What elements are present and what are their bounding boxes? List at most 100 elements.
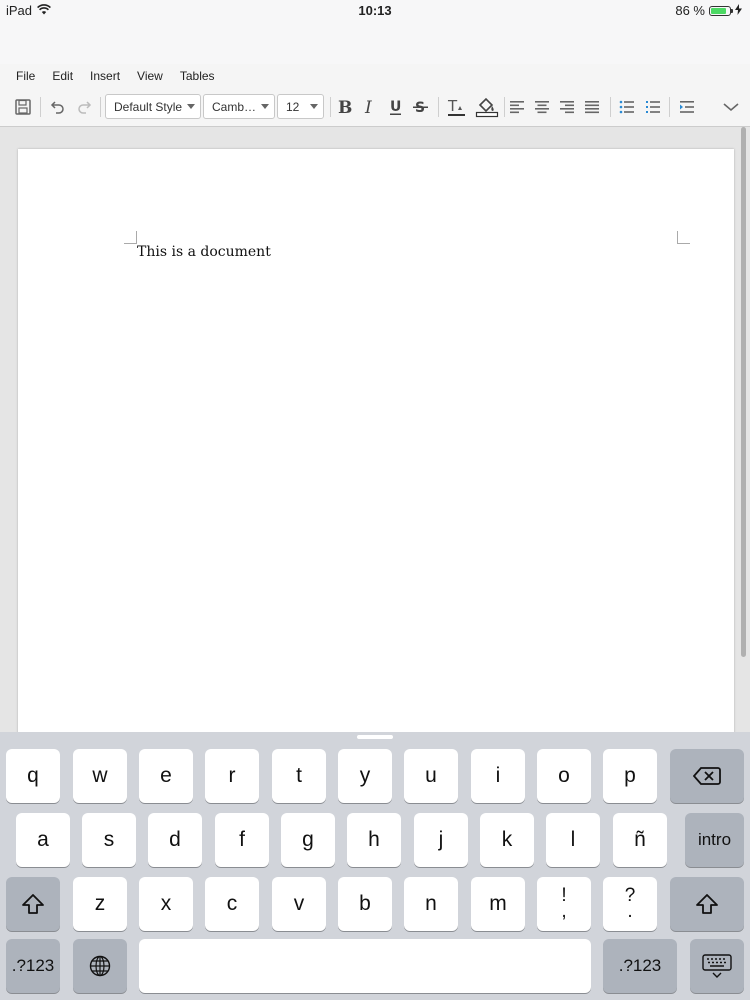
italic-button[interactable]: I bbox=[360, 88, 380, 126]
font-family-dropdown[interactable]: Camb… bbox=[203, 94, 275, 119]
text-color-button[interactable]: T bbox=[445, 88, 469, 126]
align-justify-icon bbox=[585, 101, 599, 114]
menu-edit[interactable]: Edit bbox=[52, 69, 73, 83]
bulleted-list-icon bbox=[619, 100, 634, 114]
space-key[interactable] bbox=[139, 939, 591, 993]
numbered-list-button[interactable] bbox=[643, 88, 663, 126]
key[interactable]: e bbox=[139, 749, 193, 803]
hide-keyboard-key[interactable] bbox=[690, 939, 744, 993]
numbers-key-right[interactable]: .?123 bbox=[603, 939, 677, 993]
align-right-icon bbox=[560, 101, 574, 114]
status-bar: iPad 10:13 86 % bbox=[0, 0, 750, 22]
shift-key-left[interactable] bbox=[6, 877, 60, 931]
key[interactable]: f bbox=[215, 813, 269, 867]
indent-icon bbox=[680, 101, 694, 113]
strikethrough-icon: S bbox=[413, 100, 428, 116]
charging-icon bbox=[735, 3, 742, 18]
font-size-dropdown[interactable]: 12 bbox=[277, 94, 324, 119]
save-button[interactable] bbox=[12, 88, 34, 126]
underline-icon: U bbox=[390, 99, 401, 115]
key[interactable]: l bbox=[546, 813, 600, 867]
exclamation-comma-key[interactable]: !, bbox=[537, 877, 591, 931]
menu-file[interactable]: File bbox=[16, 69, 35, 83]
align-center-button[interactable] bbox=[533, 88, 551, 126]
menu-view[interactable]: View bbox=[137, 69, 163, 83]
key[interactable]: v bbox=[272, 877, 326, 931]
key[interactable]: u bbox=[404, 749, 458, 803]
bold-button[interactable]: B bbox=[335, 88, 355, 126]
key[interactable]: m bbox=[471, 877, 525, 931]
key[interactable]: k bbox=[480, 813, 534, 867]
key[interactable]: x bbox=[139, 877, 193, 931]
indent-button[interactable] bbox=[677, 88, 697, 126]
keyboard-hide-icon bbox=[702, 954, 732, 978]
key[interactable]: p bbox=[603, 749, 657, 803]
key[interactable]: t bbox=[272, 749, 326, 803]
numbers-key-left[interactable]: .?123 bbox=[6, 939, 60, 993]
backspace-key[interactable] bbox=[670, 749, 744, 803]
highlight-color-button[interactable] bbox=[474, 88, 500, 126]
vertical-scrollbar[interactable] bbox=[741, 127, 746, 657]
numbered-list-icon bbox=[646, 101, 660, 113]
svg-text:T: T bbox=[447, 97, 458, 115]
undo-icon bbox=[50, 101, 64, 114]
bulleted-list-button[interactable] bbox=[617, 88, 637, 126]
align-justify-button[interactable] bbox=[583, 88, 601, 126]
key[interactable]: o bbox=[537, 749, 591, 803]
key[interactable]: ñ bbox=[613, 813, 667, 867]
key[interactable]: c bbox=[205, 877, 259, 931]
key[interactable]: d bbox=[148, 813, 202, 867]
question-period-key[interactable]: ?. bbox=[603, 877, 657, 931]
redo-button[interactable] bbox=[74, 88, 94, 126]
save-icon bbox=[15, 99, 31, 115]
margin-marker bbox=[677, 231, 690, 244]
key[interactable]: y bbox=[338, 749, 392, 803]
paragraph-style-dropdown[interactable]: Default Style bbox=[105, 94, 201, 119]
chevron-down-icon bbox=[723, 103, 739, 112]
key[interactable]: a bbox=[16, 813, 70, 867]
underline-button[interactable]: U bbox=[386, 88, 406, 126]
bold-icon: B bbox=[338, 98, 352, 116]
key[interactable]: b bbox=[338, 877, 392, 931]
paragraph-style-value: Default Style bbox=[114, 99, 183, 114]
key[interactable]: r bbox=[205, 749, 259, 803]
key[interactable]: g bbox=[281, 813, 335, 867]
align-left-button[interactable] bbox=[508, 88, 526, 126]
keyboard-grabber[interactable] bbox=[357, 735, 393, 739]
key[interactable]: z bbox=[73, 877, 127, 931]
svg-text:U: U bbox=[390, 99, 401, 115]
svg-text:B: B bbox=[338, 98, 352, 116]
document-text[interactable]: This is a document bbox=[137, 244, 271, 260]
align-right-button[interactable] bbox=[558, 88, 576, 126]
shift-icon bbox=[22, 894, 44, 914]
document-canvas[interactable]: This is a document bbox=[0, 127, 750, 732]
shift-icon bbox=[696, 894, 718, 914]
shift-key-right[interactable] bbox=[670, 877, 744, 931]
key[interactable]: n bbox=[404, 877, 458, 931]
key[interactable]: j bbox=[414, 813, 468, 867]
italic-icon: I bbox=[364, 98, 372, 116]
chevron-down-icon bbox=[187, 104, 195, 109]
key-bottom-char: , bbox=[561, 901, 567, 922]
chevron-down-icon bbox=[261, 104, 269, 109]
return-key[interactable]: intro bbox=[685, 813, 744, 867]
battery-percent: 86 % bbox=[675, 3, 705, 18]
undo-button[interactable] bbox=[48, 88, 68, 126]
key[interactable]: q bbox=[6, 749, 60, 803]
font-size-value: 12 bbox=[286, 99, 300, 114]
key[interactable]: w bbox=[73, 749, 127, 803]
strikethrough-button[interactable]: S bbox=[411, 88, 431, 126]
document-page[interactable]: This is a document bbox=[18, 149, 734, 732]
menu-bar: File Edit Insert View Tables bbox=[0, 64, 750, 88]
key[interactable]: s bbox=[82, 813, 136, 867]
expand-toolbar-button[interactable] bbox=[720, 88, 742, 126]
redo-icon bbox=[78, 101, 92, 114]
menu-insert[interactable]: Insert bbox=[90, 69, 120, 83]
font-family-value: Camb… bbox=[212, 99, 257, 114]
menu-tables[interactable]: Tables bbox=[180, 69, 215, 83]
key[interactable]: h bbox=[347, 813, 401, 867]
formatting-toolbar: Default Style Camb… 12 B I U S T bbox=[0, 88, 750, 127]
app-header bbox=[0, 22, 750, 65]
globe-key[interactable] bbox=[73, 939, 127, 993]
key[interactable]: i bbox=[471, 749, 525, 803]
